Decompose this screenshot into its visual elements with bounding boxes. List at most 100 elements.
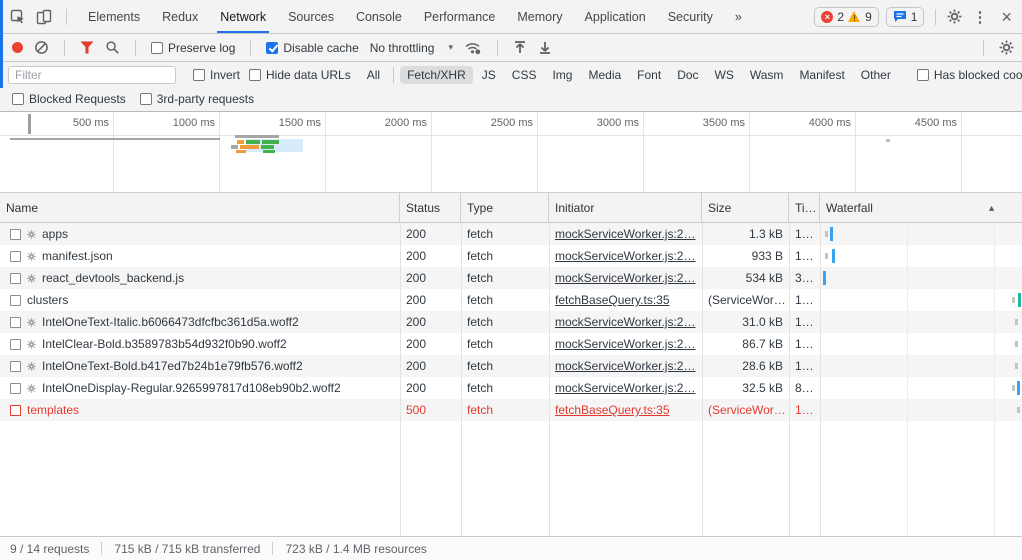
request-row-intelclear-bold-b3589783b54d932f0b90-woff2[interactable]: IntelClear-Bold.b3589783b54d932f0b90.wof…: [0, 333, 1022, 355]
column-header-type[interactable]: Type: [461, 193, 549, 222]
tab-redux[interactable]: Redux: [151, 0, 209, 33]
hide-data-urls-checkbox[interactable]: Hide data URLs: [249, 68, 351, 82]
initiator-link[interactable]: fetchBaseQuery.ts:35: [555, 293, 670, 307]
initiator-link[interactable]: mockServiceWorker.js:2…: [555, 359, 695, 373]
request-row-clusters[interactable]: clusters200fetchfetchBaseQuery.ts:35(Ser…: [0, 289, 1022, 311]
issues-icon: [893, 10, 907, 23]
request-name: IntelClear-Bold.b3589783b54d932f0b90.wof…: [42, 337, 287, 351]
overview-waterfall-bar: [886, 139, 890, 142]
close-devtools-icon[interactable]: ×: [997, 8, 1016, 26]
filter-type-img[interactable]: Img: [545, 66, 579, 84]
tab-more[interactable]: »: [724, 0, 753, 33]
throttling-select[interactable]: No throttling ▾: [370, 41, 453, 55]
waterfall-bar: [823, 271, 826, 285]
export-har-icon[interactable]: [538, 40, 552, 55]
filter-type-font[interactable]: Font: [630, 66, 668, 84]
requests-count: 9 / 14 requests: [10, 542, 89, 556]
request-row-react-devtools-backend-js[interactable]: react_devtools_backend.js200fetchmockSer…: [0, 267, 1022, 289]
search-icon[interactable]: [105, 40, 120, 55]
disable-cache-checkbox-box: [266, 42, 278, 54]
column-header-ti[interactable]: Ti…: [789, 193, 820, 222]
request-row-apps[interactable]: apps200fetchmockServiceWorker.js:2…1.3 k…: [0, 223, 1022, 245]
issues-badge[interactable]: 1: [886, 7, 925, 27]
preserve-log-checkbox[interactable]: Preserve log: [151, 41, 235, 55]
network-settings-gear-icon[interactable]: [999, 40, 1014, 55]
request-checkbox[interactable]: [10, 361, 21, 372]
column-header-waterfall[interactable]: Waterfall▲: [820, 193, 1022, 222]
request-checkbox[interactable]: [10, 317, 21, 328]
filter-type-media[interactable]: Media: [581, 66, 628, 84]
overview-gridline: [749, 112, 750, 192]
overview-tick-label: 2500 ms: [453, 117, 533, 129]
request-row-intelonetext-italic-b6066473dfcfbc361d5a-woff2[interactable]: IntelOneText-Italic.b6066473dfcfbc361d5a…: [0, 311, 1022, 333]
column-header-status[interactable]: Status: [400, 193, 461, 222]
request-status: 200: [400, 381, 461, 395]
filter-type-fetch-xhr[interactable]: Fetch/XHR: [400, 66, 473, 84]
initiator-link[interactable]: mockServiceWorker.js:2…: [555, 337, 695, 351]
tab-console[interactable]: Console: [345, 0, 413, 33]
sort-ascending-icon[interactable]: ▲: [987, 203, 996, 213]
tab-memory[interactable]: Memory: [506, 0, 573, 33]
request-checkbox[interactable]: [10, 295, 21, 306]
waterfall-gridline: [994, 223, 995, 536]
tab-network[interactable]: Network: [209, 0, 277, 33]
has-blocked-cookies-checkbox[interactable]: Has blocked cookies: [917, 68, 1022, 82]
initiator-link[interactable]: fetchBaseQuery.ts:35: [555, 403, 670, 417]
column-header-initiator[interactable]: Initiator: [549, 193, 702, 222]
resource-gear-icon: [27, 362, 36, 371]
request-row-templates[interactable]: templates500fetchfetchBaseQuery.ts:35(Se…: [0, 399, 1022, 421]
tab-security[interactable]: Security: [657, 0, 724, 33]
network-conditions-icon[interactable]: [464, 40, 482, 55]
filter-type-all[interactable]: All: [360, 66, 387, 84]
console-status-badge[interactable]: × 2 ! 9: [814, 7, 878, 27]
column-header-size[interactable]: Size: [702, 193, 789, 222]
tab-elements[interactable]: Elements: [77, 0, 151, 33]
column-header-label: Initiator: [555, 201, 594, 215]
request-checkbox[interactable]: [10, 229, 21, 240]
request-checkbox[interactable]: [10, 383, 21, 394]
request-initiator-cell: mockServiceWorker.js:2…: [549, 271, 702, 285]
disable-cache-checkbox[interactable]: Disable cache: [266, 41, 358, 55]
invert-checkbox[interactable]: Invert: [193, 68, 240, 82]
overview-waterfall-bar: [10, 138, 220, 140]
request-checkbox[interactable]: [10, 251, 21, 262]
waterfall-tick: [1015, 319, 1018, 325]
import-har-icon[interactable]: [513, 40, 527, 55]
request-row-manifest-json[interactable]: manifest.json200fetchmockServiceWorker.j…: [0, 245, 1022, 267]
device-toolbar-icon[interactable]: [36, 9, 52, 25]
record-network-log-button[interactable]: [12, 42, 23, 53]
request-size: 28.6 kB: [702, 359, 789, 373]
tab-application[interactable]: Application: [574, 0, 657, 33]
tab-sources[interactable]: Sources: [277, 0, 345, 33]
filter-funnel-icon[interactable]: [80, 41, 94, 54]
request-checkbox[interactable]: [10, 405, 21, 416]
filter-type-js[interactable]: JS: [475, 66, 503, 84]
filter-type-ws[interactable]: WS: [708, 66, 741, 84]
request-row-intelonetext-bold-b417ed7b24b1e79fb576-woff2[interactable]: IntelOneText-Bold.b417ed7b24b1e79fb576.w…: [0, 355, 1022, 377]
filter-type-doc[interactable]: Doc: [670, 66, 705, 84]
third-party-requests-checkbox[interactable]: 3rd-party requests: [140, 92, 254, 106]
more-options-icon[interactable]: ⋮: [969, 8, 990, 26]
request-checkbox[interactable]: [10, 339, 21, 350]
settings-gear-icon[interactable]: [947, 9, 962, 24]
request-checkbox[interactable]: [10, 273, 21, 284]
initiator-link[interactable]: mockServiceWorker.js:2…: [555, 227, 695, 241]
initiator-link[interactable]: mockServiceWorker.js:2…: [555, 249, 695, 263]
request-row-intelonedisplay-regular-9265997817d108eb90b2-woff2[interactable]: IntelOneDisplay-Regular.9265997817d108eb…: [0, 377, 1022, 399]
clear-network-log-icon[interactable]: [34, 40, 49, 55]
blocked-requests-checkbox[interactable]: Blocked Requests: [12, 92, 126, 106]
request-name-cell: react_devtools_backend.js: [0, 271, 400, 285]
initiator-link[interactable]: mockServiceWorker.js:2…: [555, 271, 695, 285]
initiator-link[interactable]: mockServiceWorker.js:2…: [555, 381, 695, 395]
network-overview-timeline[interactable]: 500 ms1000 ms1500 ms2000 ms2500 ms3000 m…: [0, 112, 1022, 193]
filter-type-wasm[interactable]: Wasm: [743, 66, 791, 84]
filter-type-manifest[interactable]: Manifest: [792, 66, 851, 84]
column-header-name[interactable]: Name: [0, 193, 400, 222]
filter-input[interactable]: [8, 66, 176, 84]
resources-size: 723 kB / 1.4 MB resources: [285, 542, 426, 556]
inspect-element-icon[interactable]: [10, 9, 26, 25]
initiator-link[interactable]: mockServiceWorker.js:2…: [555, 315, 695, 329]
tab-performance[interactable]: Performance: [413, 0, 507, 33]
filter-type-css[interactable]: CSS: [505, 66, 544, 84]
filter-type-other[interactable]: Other: [854, 66, 898, 84]
